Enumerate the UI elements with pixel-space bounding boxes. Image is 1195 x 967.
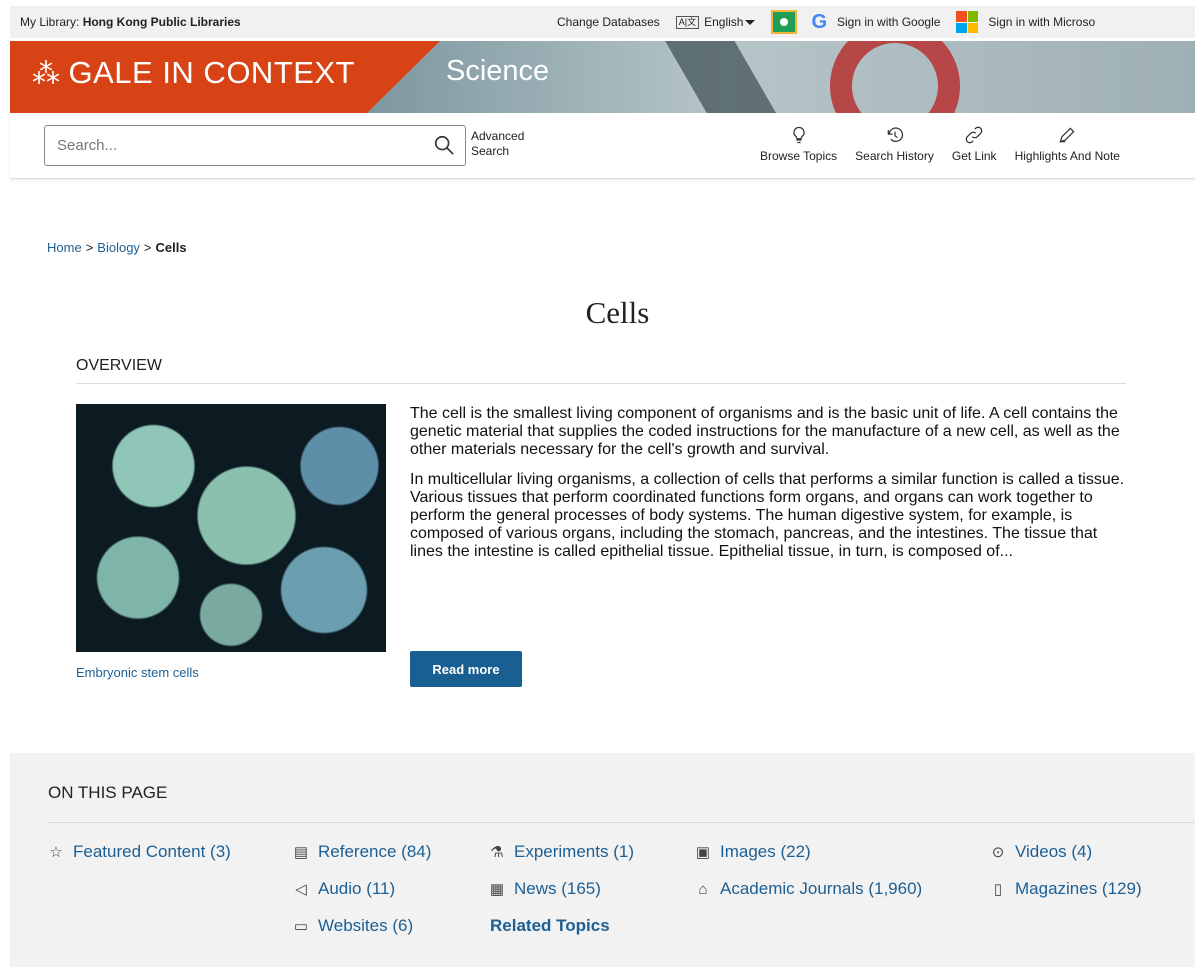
videos-label: Videos (4)	[1015, 842, 1093, 861]
overview-paragraph-1: The cell is the smallest living componen…	[410, 405, 1120, 458]
academic-journals-label: Academic Journals (1,960)	[720, 879, 923, 898]
highlights-notes-button[interactable]: Highlights And Note	[1015, 125, 1120, 163]
websites-label: Websites (6)	[318, 916, 414, 935]
breadcrumb-biology[interactable]: Biology	[97, 240, 140, 255]
caret-down-icon	[745, 19, 756, 25]
browse-topics-label: Browse Topics	[760, 149, 838, 163]
get-link-button[interactable]: Get Link	[952, 125, 997, 163]
browse-topics-button[interactable]: Browse Topics	[760, 125, 837, 163]
page-title: Cells	[585, 295, 650, 330]
tools: Browse Topics Search History Get Link Hi…	[760, 125, 1138, 163]
open-book-icon: ▯	[993, 881, 1003, 898]
search-history-label: Search History	[855, 149, 934, 163]
play-circle-icon: ⊙	[991, 844, 1005, 861]
translate-icon: A|文	[675, 15, 700, 29]
on-this-page-section: ON THIS PAGE ☆ Featured Content (3) ▤ Re…	[10, 753, 1195, 967]
reference-label: Reference (84)	[318, 842, 432, 861]
microsoft-icon	[956, 11, 979, 33]
book-icon: ▤	[293, 844, 309, 861]
newspaper-icon: ▦	[489, 881, 505, 898]
banner-dna-image	[808, 41, 982, 113]
toolbar: Advanced Search Browse Topics Search His…	[10, 113, 1195, 179]
highlights-notes-label: Highlights And Note	[1014, 149, 1120, 163]
search-input[interactable]	[57, 137, 407, 154]
gale-logo-icon: ⁂	[32, 57, 61, 89]
overview-text: The cell is the smallest living componen…	[410, 405, 1130, 573]
advanced-search-link[interactable]: Advanced Search	[471, 129, 524, 159]
on-this-page-divider	[48, 822, 1195, 823]
search-box	[44, 125, 466, 166]
subject-title[interactable]: Science	[446, 55, 549, 88]
academic-journals-link[interactable]: ⌂ Academic Journals (1,960)	[694, 879, 922, 899]
image-caption[interactable]: Embryonic stem cells	[76, 665, 199, 680]
audio-label: Audio (11)	[318, 879, 396, 898]
magazines-link[interactable]: ▯ Magazines (129)	[989, 879, 1142, 899]
related-topics-link[interactable]: Related Topics	[490, 916, 610, 936]
utility-bar: My Library: Hong Kong Public Libraries C…	[10, 6, 1195, 38]
overview-heading: OVERVIEW	[76, 357, 162, 374]
library-info: My Library: Hong Kong Public Libraries	[20, 15, 241, 29]
breadcrumb: Home > Biology > Cells	[47, 240, 187, 255]
on-this-page-heading: ON THIS PAGE	[48, 783, 168, 802]
news-label: News (165)	[514, 879, 601, 898]
featured-content-link[interactable]: ☆ Featured Content (3)	[47, 842, 231, 862]
read-more-button[interactable]: Read more	[410, 651, 522, 687]
graduation-cap-icon: ⌂	[698, 880, 708, 898]
breadcrumb-separator: >	[85, 240, 94, 255]
reference-link[interactable]: ▤ Reference (84)	[292, 842, 431, 862]
library-name: Hong Kong Public Libraries	[82, 15, 241, 29]
videos-link[interactable]: ⊙ Videos (4)	[989, 842, 1092, 862]
brand-name: GALE IN CONTEXT	[68, 55, 356, 90]
news-link[interactable]: ▦ News (165)	[488, 879, 601, 899]
language-selector[interactable]: A|文 English	[675, 15, 756, 29]
advanced-search-label-1: Advanced	[471, 129, 525, 143]
brand-logo[interactable]: ⁂ GALE IN CONTEXT	[32, 55, 355, 91]
change-databases-link[interactable]: Change Databases	[557, 15, 660, 29]
language-label: English	[704, 15, 744, 29]
websites-link[interactable]: ▭ Websites (6)	[292, 916, 413, 936]
overview-divider	[76, 383, 1126, 384]
library-label: My Library:	[20, 15, 80, 29]
lightbulb-icon	[792, 126, 805, 144]
images-link[interactable]: ▣ Images (22)	[694, 842, 811, 862]
star-icon: ☆	[49, 844, 63, 861]
overview-image[interactable]	[76, 404, 386, 652]
experiments-link[interactable]: ⚗ Experiments (1)	[488, 842, 634, 862]
pen-icon	[1059, 127, 1075, 143]
breadcrumb-home[interactable]: Home	[47, 240, 82, 255]
link-icon	[965, 126, 983, 144]
banner-dna-image	[661, 41, 779, 113]
search-history-button[interactable]: Search History	[855, 125, 934, 163]
speaker-icon: ◁	[295, 881, 307, 898]
advanced-search-label-2: Search	[471, 144, 510, 158]
google-signin-link[interactable]: Sign in with Google	[837, 15, 940, 29]
history-icon	[887, 127, 903, 142]
google-classroom-icon[interactable]	[771, 10, 798, 34]
get-link-label: Get Link	[951, 149, 997, 163]
featured-content-label: Featured Content (3)	[73, 842, 231, 861]
magazines-label: Magazines (129)	[1015, 879, 1142, 898]
google-icon: G	[811, 10, 828, 33]
browser-window-icon: ▭	[293, 918, 309, 935]
breadcrumb-current: Cells	[155, 240, 187, 255]
microsoft-signin-link[interactable]: Sign in with Microso	[988, 15, 1095, 29]
breadcrumb-separator: >	[143, 240, 152, 255]
flask-icon: ⚗	[490, 844, 504, 861]
overview-paragraph-2: In multicellular living organisms, a col…	[410, 471, 1125, 560]
images-label: Images (22)	[720, 842, 811, 861]
search-icon[interactable]	[433, 134, 455, 156]
experiments-label: Experiments (1)	[514, 842, 634, 861]
image-icon: ▣	[695, 844, 711, 861]
banner: ⁂ GALE IN CONTEXT Science	[10, 41, 1195, 113]
audio-link[interactable]: ◁ Audio (11)	[292, 879, 395, 899]
